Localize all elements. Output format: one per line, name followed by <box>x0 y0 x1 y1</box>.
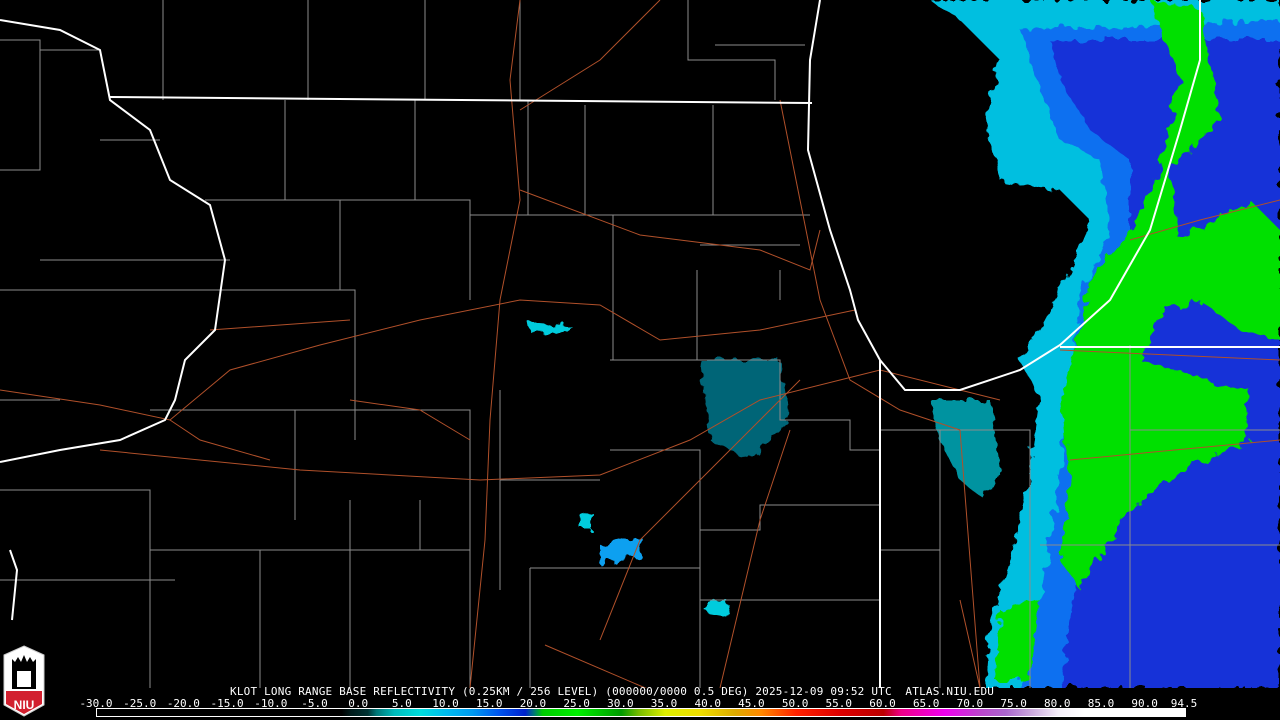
radar-map <box>0 0 1280 688</box>
radar-echoes <box>528 0 1280 688</box>
reflectivity-colorbar <box>96 708 1186 717</box>
